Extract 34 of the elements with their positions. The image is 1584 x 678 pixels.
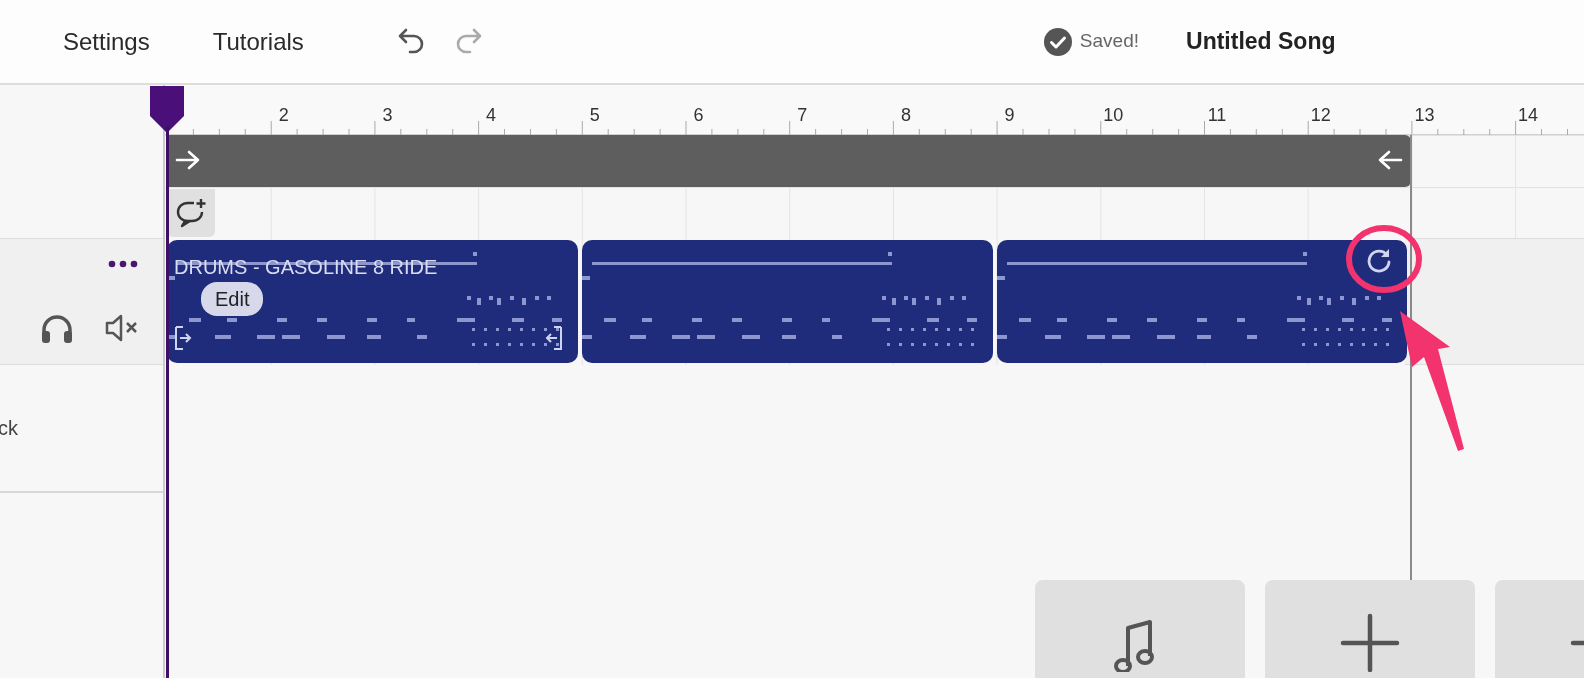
measure-number: 10 xyxy=(1103,104,1124,127)
comment-plus-icon xyxy=(174,197,208,229)
measure-number: 6 xyxy=(693,104,704,127)
measure-number: 4 xyxy=(486,104,497,127)
headphones-icon[interactable] xyxy=(40,313,74,343)
plus-icon xyxy=(1340,612,1400,672)
more-icon[interactable] xyxy=(108,260,138,268)
trim-start-icon[interactable] xyxy=(173,325,193,351)
arrow-left-icon xyxy=(1377,149,1403,171)
measure-number: 3 xyxy=(382,104,393,127)
plus-icon xyxy=(1570,640,1584,646)
measure-number: 8 xyxy=(900,104,911,127)
measure-number: 12 xyxy=(1310,104,1331,127)
measure-number: 5 xyxy=(589,104,600,127)
measure-number: 9 xyxy=(1004,104,1015,127)
add-instrument-button[interactable] xyxy=(1035,580,1245,678)
drum-clip[interactable] xyxy=(996,240,1408,363)
check-icon xyxy=(1043,27,1072,56)
menu-link[interactable]: Tutorials xyxy=(212,23,304,60)
measure-number: 11 xyxy=(1207,104,1227,127)
drum-clip[interactable] xyxy=(581,240,993,363)
mute-icon[interactable] xyxy=(105,314,139,342)
menu-link[interactable]: Settings xyxy=(63,23,150,60)
edit-button[interactable]: Edit xyxy=(201,282,264,316)
arrow-right-icon xyxy=(175,149,201,171)
measure-number: 7 xyxy=(797,104,808,127)
measure-number: 13 xyxy=(1414,104,1435,127)
measure-number: 14 xyxy=(1518,104,1539,127)
add-track-button[interactable] xyxy=(1265,580,1475,678)
song-title: Untitled Song xyxy=(1186,27,1336,57)
measure-number: 2 xyxy=(278,104,289,127)
trim-end-icon[interactable] xyxy=(543,325,564,351)
save-status: Saved! xyxy=(1079,29,1139,54)
add-comment-button[interactable] xyxy=(167,189,215,237)
